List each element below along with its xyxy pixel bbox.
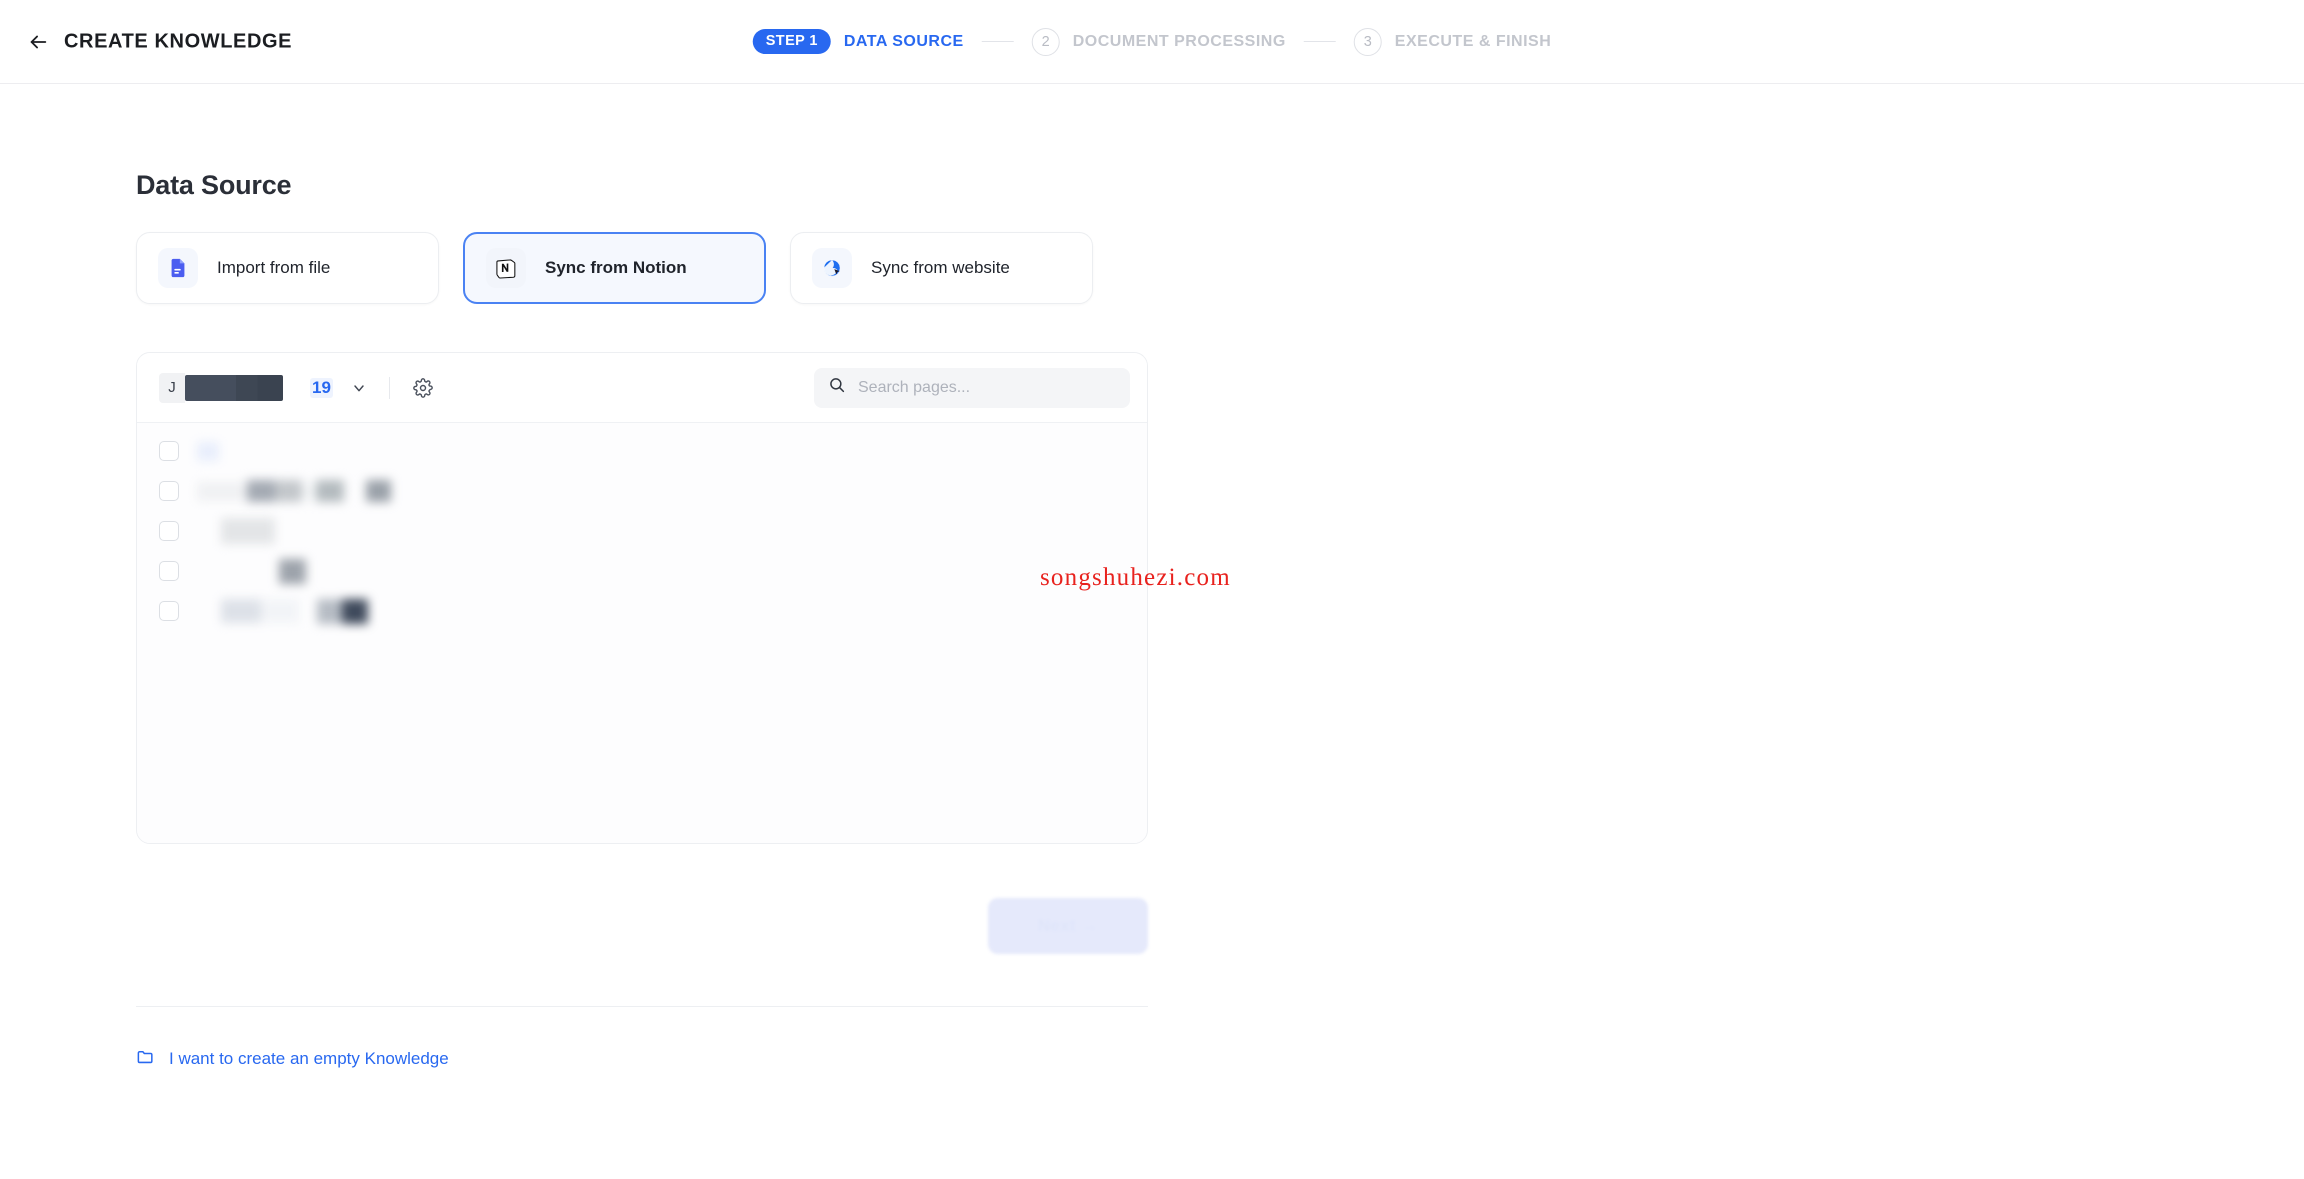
- page-row-checkbox[interactable]: [159, 521, 179, 541]
- arrow-left-icon: [27, 31, 49, 53]
- page-list-row[interactable]: [137, 431, 1147, 471]
- page-row-checkbox[interactable]: [159, 481, 179, 501]
- step-2-label: DOCUMENT PROCESSING: [1072, 32, 1286, 50]
- step-3-badge: 3: [1353, 27, 1382, 56]
- workspace-page-count[interactable]: 19: [310, 377, 333, 398]
- page-row-redacted-title: [197, 558, 306, 584]
- source-card-sync-from-notion[interactable]: Sync from Notion: [463, 232, 766, 304]
- wizard-footer-actions: Next →: [136, 898, 1148, 954]
- search-input[interactable]: [858, 378, 1098, 397]
- back-button[interactable]: [22, 26, 54, 58]
- gear-icon[interactable]: [410, 375, 436, 401]
- chevron-down-icon[interactable]: [351, 380, 367, 396]
- notion-icon: [486, 248, 526, 288]
- page-list-row[interactable]: [137, 551, 1147, 591]
- source-card-label: Import from file: [217, 258, 331, 277]
- search-icon: [828, 376, 846, 399]
- folder-icon: [136, 1047, 155, 1071]
- page-row-checkbox[interactable]: [159, 441, 179, 461]
- page-list-row[interactable]: [137, 511, 1147, 551]
- source-card-import-from-file[interactable]: Import from file: [136, 232, 439, 304]
- page-list-row[interactable]: [137, 591, 1147, 631]
- stepper: STEP 1 DATA SOURCE 2 DOCUMENT PROCESSING…: [752, 27, 1552, 56]
- stepper-separator-2: [1303, 41, 1336, 42]
- create-empty-knowledge-link[interactable]: I want to create an empty Knowledge: [136, 1047, 449, 1071]
- step-3-label: EXECUTE & FINISH: [1394, 32, 1552, 50]
- page-row-redacted-title: [197, 480, 391, 502]
- next-button[interactable]: Next →: [988, 898, 1148, 954]
- stepper-separator-1: [981, 41, 1014, 42]
- page-row-redacted-title: [197, 598, 368, 624]
- step-1-badge: STEP 1: [752, 28, 831, 55]
- page-row-checkbox[interactable]: [159, 601, 179, 621]
- globe-web-icon: [812, 248, 852, 288]
- source-card-label: Sync from Notion: [545, 258, 687, 277]
- stepper-step-3[interactable]: 3 EXECUTE & FINISH: [1353, 27, 1552, 56]
- notion-page-list: [137, 423, 1147, 843]
- page-list-row[interactable]: [137, 471, 1147, 511]
- toolbar-divider: [388, 376, 390, 399]
- page-row-checkbox[interactable]: [159, 561, 179, 581]
- notion-page-picker-panel: J 19: [136, 352, 1148, 844]
- footer-divider: [136, 1006, 1148, 1007]
- stepper-step-2[interactable]: 2 DOCUMENT PROCESSING: [1031, 27, 1286, 56]
- data-source-card-group: Import from file Sync from Notion Sync f…: [136, 232, 2304, 304]
- main-content: Data Source Import from file Sync from N…: [0, 84, 2304, 1071]
- section-title: Data Source: [136, 170, 292, 200]
- page-row-redacted-title: [197, 441, 219, 461]
- step-1-label: DATA SOURCE: [843, 32, 964, 50]
- notion-panel-toolbar: J 19: [137, 353, 1147, 423]
- workspace-selector[interactable]: J: [159, 372, 283, 403]
- step-2-badge: 2: [1031, 27, 1060, 56]
- top-bar: CREATE KNOWLEDGE STEP 1 DATA SOURCE 2 DO…: [0, 0, 2304, 84]
- workspace-avatar: J: [159, 372, 185, 403]
- source-card-sync-from-website[interactable]: Sync from website: [790, 232, 1093, 304]
- stepper-step-1[interactable]: STEP 1 DATA SOURCE: [752, 28, 964, 55]
- workspace-name-redacted: [185, 374, 283, 401]
- create-empty-knowledge-label: I want to create an empty Knowledge: [169, 1049, 449, 1068]
- page-row-redacted-title: [197, 518, 275, 544]
- source-card-label: Sync from website: [871, 258, 1010, 277]
- search-pages-box[interactable]: [814, 367, 1130, 408]
- file-document-icon: [158, 248, 198, 288]
- page-title: CREATE KNOWLEDGE: [64, 30, 293, 52]
